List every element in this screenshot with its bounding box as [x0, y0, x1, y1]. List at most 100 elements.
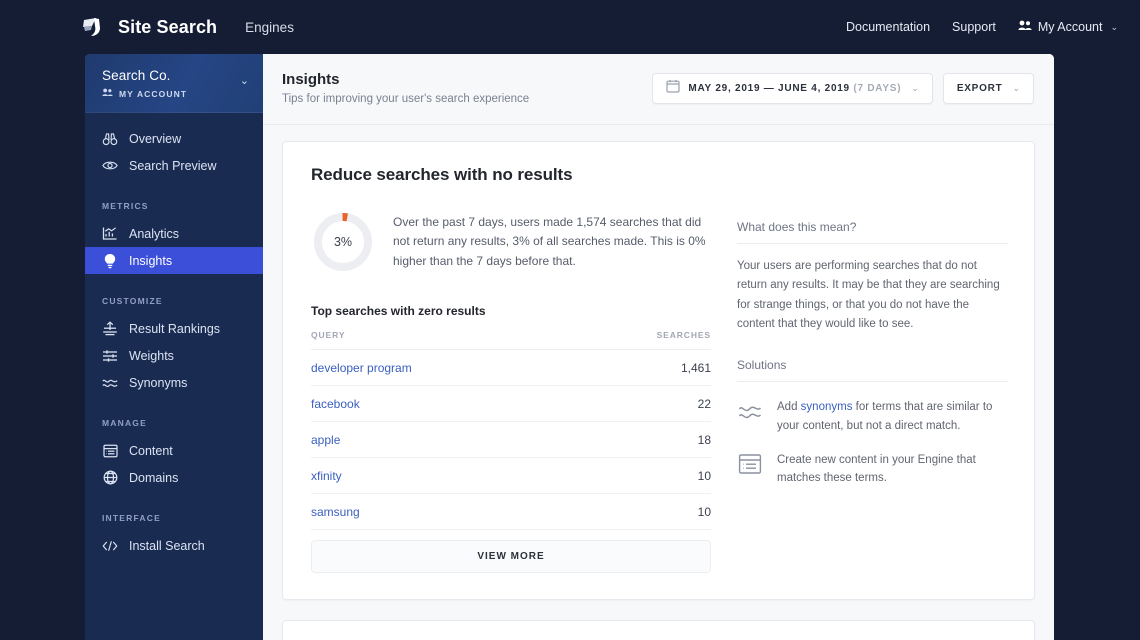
- nav-engines[interactable]: Engines: [245, 20, 294, 35]
- main-content: Insights Tips for improving your user's …: [263, 54, 1054, 640]
- table-row: facebook 22: [311, 385, 711, 422]
- code-icon: [102, 538, 118, 554]
- cell-searches: 10: [570, 457, 711, 494]
- solution-text: Add synonyms for terms that are similar …: [777, 398, 1008, 435]
- nav-my-account[interactable]: My Account ⌄: [1018, 20, 1118, 34]
- table-header-row: QUERY SEARCHES: [311, 330, 711, 350]
- users-icon: [1018, 20, 1032, 34]
- sidebar-item-insights[interactable]: Insights: [85, 247, 263, 274]
- cell-query: apple: [311, 421, 571, 458]
- account-sub-label: MY ACCOUNT: [119, 88, 188, 99]
- card-side-column: What does this mean? Your users are perf…: [737, 210, 1008, 573]
- sidebar-item-overview[interactable]: Overview: [85, 125, 263, 152]
- sidebar-item-result-rankings[interactable]: Result Rankings: [85, 315, 263, 342]
- date-range-days: (7 DAYS): [853, 83, 902, 94]
- nav-support[interactable]: Support: [952, 20, 996, 34]
- nav-documentation[interactable]: Documentation: [846, 20, 930, 34]
- top-navigation-bar: Site Search Engines Documentation Suppor…: [0, 0, 1140, 54]
- sidebar-item-synonyms[interactable]: Synonyms: [85, 369, 263, 396]
- sidebar-item-label: Content: [129, 443, 173, 458]
- sidebar-item-search-preview[interactable]: Search Preview: [85, 152, 263, 179]
- cell-searches: 1,461: [570, 349, 711, 386]
- rankings-icon: [102, 321, 118, 337]
- sidebar-item-analytics[interactable]: Analytics: [85, 220, 263, 247]
- users-icon: [102, 88, 113, 99]
- card-body: 3% Over the past 7 days, users made 1,57…: [311, 210, 1008, 573]
- page-title: Insights: [282, 71, 340, 88]
- table-row: xfinity 10: [311, 457, 711, 494]
- sidebar-item-label: Synonyms: [129, 375, 188, 390]
- sidebar-group-interface: INTERFACE: [102, 513, 161, 523]
- chart-bar-icon: [102, 226, 118, 242]
- lightbulb-icon: [102, 253, 118, 269]
- sidebar-nav: Overview Search Preview METRICS Analytic…: [85, 113, 263, 559]
- table-head: QUERY SEARCHES: [311, 330, 711, 350]
- query-link[interactable]: facebook: [311, 397, 360, 411]
- header-actions: MAY 29, 2019 — JUNE 4, 2019 (7 DAYS) ⌄ E…: [652, 71, 1034, 104]
- zero-results-table: QUERY SEARCHES developer program 1,461 f…: [311, 330, 711, 530]
- sidebar-item-install-search[interactable]: Install Search: [85, 532, 263, 559]
- chevron-down-icon: ⌄: [1012, 83, 1020, 93]
- zero-results-donut-chart: 3%: [311, 210, 375, 274]
- sidebar-group-metrics: METRICS: [102, 201, 149, 211]
- sidebar-item-domains[interactable]: Domains: [85, 464, 263, 491]
- brand-title: Site Search: [118, 16, 218, 37]
- insight-card-no-results: Reduce searches with no results 3% Over …: [282, 141, 1035, 600]
- export-label: EXPORT: [956, 83, 1003, 94]
- calendar-icon: [666, 79, 681, 98]
- insight-card-no-clickthroughs: Reduce searches with no clickthroughs: [282, 620, 1035, 640]
- insights-scroll-area[interactable]: Reduce searches with no results 3% Over …: [263, 125, 1054, 640]
- sidebar-item-label: Weights: [129, 348, 174, 363]
- cell-searches: 10: [570, 493, 711, 530]
- cell-searches: 22: [570, 385, 711, 422]
- export-button[interactable]: EXPORT ⌄: [942, 73, 1034, 104]
- waves-icon: [737, 398, 763, 424]
- table-row: apple 18: [311, 421, 711, 458]
- sidebar-item-weights[interactable]: Weights: [85, 342, 263, 369]
- summary-text: Over the past 7 days, users made 1,574 s…: [393, 214, 706, 268]
- query-link[interactable]: xfinity: [311, 469, 342, 483]
- list-box-icon: [102, 443, 118, 459]
- query-link[interactable]: samsung: [311, 505, 360, 519]
- card-main-column: 3% Over the past 7 days, users made 1,57…: [311, 210, 711, 573]
- solutions-heading: Solutions: [737, 358, 1008, 383]
- date-range-value: MAY 29, 2019 — JUNE 4, 2019: [688, 83, 850, 94]
- date-range-label: MAY 29, 2019 — JUNE 4, 2019 (7 DAYS): [688, 83, 901, 94]
- top-nav-right-group: Documentation Support My Account ⌄: [846, 20, 1124, 34]
- what-does-this-mean-heading: What does this mean?: [737, 220, 1008, 244]
- column-header-searches: SEARCHES: [570, 330, 711, 350]
- solution-text: Create new content in your Engine that m…: [777, 454, 976, 485]
- table-heading: Top searches with zero results: [311, 304, 486, 318]
- waves-icon: [102, 375, 118, 391]
- cell-searches: 18: [570, 421, 711, 458]
- query-link[interactable]: apple: [311, 433, 340, 447]
- solution-prefix: Add: [777, 401, 801, 414]
- sidebar-item-content[interactable]: Content: [85, 437, 263, 464]
- date-range-picker[interactable]: MAY 29, 2019 — JUNE 4, 2019 (7 DAYS) ⌄: [652, 73, 933, 104]
- sidebar-group-customize: CUSTOMIZE: [102, 296, 163, 306]
- query-link[interactable]: developer program: [311, 361, 412, 375]
- view-more-button[interactable]: VIEW MORE: [311, 540, 711, 573]
- sidebar-item-label: Analytics: [129, 226, 180, 241]
- cell-query: xfinity: [311, 457, 571, 494]
- page-subtitle: Tips for improving your user's search ex…: [282, 93, 530, 105]
- document-list-icon: [737, 451, 763, 477]
- sidebar-item-label: Search Preview: [129, 158, 217, 173]
- synonyms-link[interactable]: synonyms: [801, 401, 853, 413]
- eye-icon: [102, 158, 118, 174]
- chevron-down-icon: ⌄: [239, 75, 249, 87]
- solution-item-synonyms: Add synonyms for terms that are similar …: [737, 398, 1008, 435]
- binoculars-icon: [102, 131, 118, 147]
- summary-row: 3% Over the past 7 days, users made 1,57…: [311, 210, 711, 274]
- column-header-query: QUERY: [311, 330, 571, 350]
- my-account-label: My Account: [1037, 20, 1103, 34]
- account-switcher[interactable]: Search Co. MY ACCOUNT ⌄: [85, 54, 263, 113]
- globe-icon: [102, 470, 118, 486]
- page-heading-group: Insights Tips for improving your user's …: [282, 71, 529, 105]
- sidebar-item-label: Install Search: [129, 538, 205, 553]
- site-search-logo[interactable]: [78, 12, 108, 42]
- donut-percent-label: 3%: [333, 235, 353, 249]
- sidebar-item-label: Result Rankings: [129, 321, 221, 336]
- table-row: samsung 10: [311, 493, 711, 530]
- chevron-down-icon: ⌄: [911, 83, 919, 93]
